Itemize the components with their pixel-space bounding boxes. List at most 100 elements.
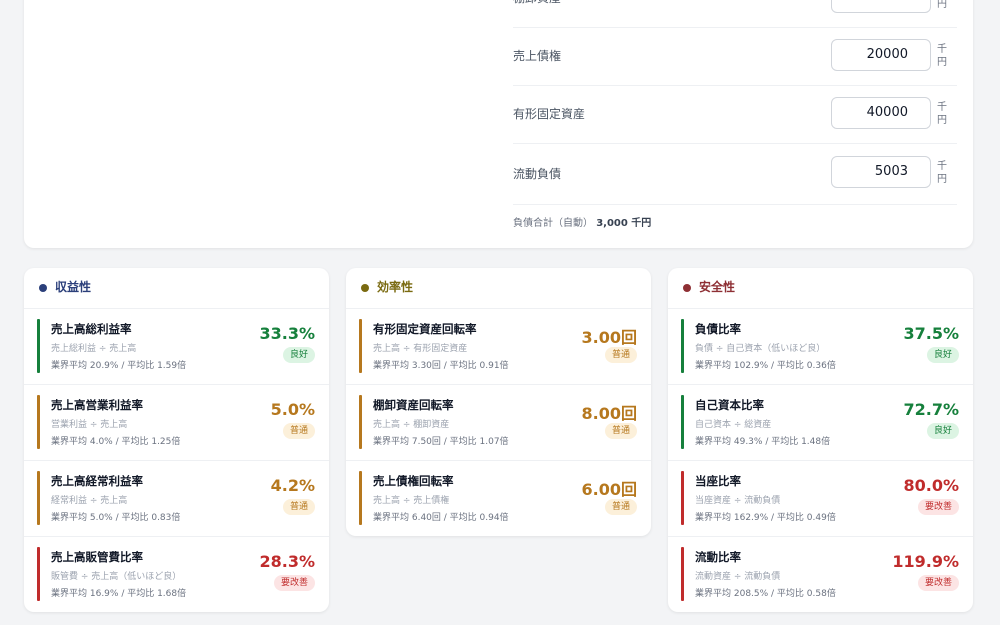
- category-title: 収益性: [55, 280, 92, 294]
- metric-row: 棚卸資産回転率売上高 ÷ 棚卸資産業界平均 7.50回 / 平均比 1.07倍 8…: [346, 385, 651, 461]
- category-dot-icon: [683, 284, 691, 292]
- status-badge: 良好: [926, 423, 959, 439]
- status-badge: 普通: [604, 347, 637, 363]
- metric-row: 売上高総利益率 売上総利益 ÷ 売上高 業界平均 20.9% / 平均比 1.59倍…: [24, 309, 329, 385]
- metric-value: 37.5%: [903, 324, 959, 343]
- metric-name: 流動比率: [695, 550, 741, 564]
- metric-benchmark: 業界平均 102.9% / 平均比 0.36倍: [695, 361, 836, 371]
- metric-formula: 当座資産 ÷ 流動負債: [695, 496, 781, 506]
- metric-formula: 自己資本 ÷ 総資産: [695, 420, 772, 430]
- metric-benchmark: 業界平均 49.3% / 平均比 1.48倍: [695, 437, 831, 447]
- field-label: 流動負債: [513, 167, 562, 181]
- status-bar: [681, 319, 684, 373]
- category-header: 効率性: [346, 268, 651, 309]
- inventory-input[interactable]: [831, 0, 931, 13]
- status-badge: 要改善: [917, 499, 959, 515]
- metric-benchmark: 業界平均 16.9% / 平均比 1.68倍: [51, 589, 187, 599]
- tangible-fixed-assets-input[interactable]: 40000: [831, 97, 931, 129]
- metric-row: 有形固定資産回転率売上高 ÷ 有形固定資産業界平均 3.30回 / 平均比 0.…: [346, 309, 651, 385]
- category-dot-icon: [361, 284, 369, 292]
- status-badge: 良好: [282, 347, 315, 363]
- metric-benchmark: 業界平均 162.9% / 平均比 0.49倍: [695, 513, 836, 523]
- status-badge: 普通: [604, 499, 637, 515]
- metric-formula: 売上高 ÷ 棚卸資産: [373, 420, 450, 430]
- receivables-input[interactable]: 20000: [831, 39, 931, 71]
- metric-name: 売上高総利益率: [51, 322, 132, 336]
- metric-benchmark: 業界平均 4.0% / 平均比 1.25倍: [51, 437, 181, 447]
- metric-name: 自己資本比率: [695, 398, 764, 412]
- metric-name: 売上高営業利益率: [51, 398, 143, 412]
- status-bar: [37, 547, 40, 601]
- metric-formula: 経常利益 ÷ 売上高: [51, 496, 128, 506]
- status-bar: [37, 319, 40, 373]
- category-card-efficiency: 効率性有形固定資産回転率売上高 ÷ 有形固定資産業界平均 3.30回 / 平均比…: [346, 268, 651, 536]
- metric-formula: 売上高 ÷ 有形固定資産: [373, 344, 468, 354]
- metric-value: 33.3%: [259, 324, 315, 343]
- metric-value: 8.00回: [581, 404, 637, 423]
- metric-name: 売上高経常利益率: [51, 474, 143, 488]
- status-bar: [359, 395, 362, 449]
- metric-row: 売上高販管費比率販管費 ÷ 売上高（低いほど良） 業界平均 16.9% / 平均比…: [24, 537, 329, 612]
- field-label: 棚卸資産: [513, 0, 561, 27]
- metric-benchmark: 業界平均 6.40回 / 平均比 0.94倍: [373, 513, 509, 523]
- category-card-safety: 安全性負債比率負債 ÷ 自己資本（低いほど良） 業界平均 102.9% / 平均比…: [668, 268, 973, 612]
- financial-input-card: 棚卸資産 千円 売上債権 20000 千円 有形固定資産 40000 千円 流動…: [24, 0, 973, 248]
- status-bar: [359, 319, 362, 373]
- metric-value: 6.00回: [581, 480, 637, 499]
- status-bar: [359, 471, 362, 525]
- category-header: 安全性: [668, 268, 973, 309]
- field-label: 有形固定資産: [513, 107, 586, 121]
- category-dot-icon: [39, 284, 47, 292]
- status-badge: 普通: [282, 499, 315, 515]
- metric-benchmark: 業界平均 7.50回 / 平均比 1.07倍: [373, 437, 509, 447]
- metric-row: 負債比率負債 ÷ 自己資本（低いほど良） 業界平均 102.9% / 平均比 0.…: [668, 309, 973, 385]
- metric-formula: 流動資産 ÷ 流動負債: [695, 572, 781, 582]
- unit-label: 千円: [937, 0, 947, 10]
- metric-name: 売上高販管費比率: [51, 550, 143, 564]
- metric-benchmark: 業界平均 5.0% / 平均比 0.83倍: [51, 513, 181, 523]
- unit-label: 千円: [937, 161, 947, 185]
- status-bar: [681, 395, 684, 449]
- current-liabilities-input[interactable]: 5003: [831, 156, 931, 188]
- category-title: 効率性: [377, 280, 414, 294]
- metric-formula: 営業利益 ÷ 売上高: [51, 420, 128, 430]
- metric-name: 当座比率: [695, 474, 741, 488]
- metric-name: 棚卸資産回転率: [373, 398, 454, 412]
- metric-value: 119.9%: [892, 552, 959, 571]
- metric-name: 有形固定資産回転率: [373, 322, 477, 336]
- metric-row: 売上高経常利益率 経常利益 ÷ 売上高 業界平均 5.0% / 平均比 0.83倍 4…: [24, 461, 329, 537]
- category-header: 収益性: [24, 268, 329, 309]
- metric-row: 当座比率当座資産 ÷ 流動負債業界平均 162.9% / 平均比 0.49倍 80…: [668, 461, 973, 537]
- metric-value: 28.3%: [259, 552, 315, 571]
- metric-name: 負債比率: [695, 322, 741, 336]
- status-badge: 良好: [926, 347, 959, 363]
- field-row-current-liabilities: 流動負債 5003 千円: [513, 144, 957, 205]
- metric-row: 売上債権回転率売上高 ÷ 売上債権業界平均 6.40回 / 平均比 0.94倍 6…: [346, 461, 651, 536]
- metric-benchmark: 業界平均 20.9% / 平均比 1.59倍: [51, 361, 187, 371]
- metric-formula: 負債 ÷ 自己資本（低いほど良）: [695, 344, 826, 354]
- status-badge: 普通: [282, 423, 315, 439]
- metric-row: 売上高営業利益率 営業利益 ÷ 売上高 業界平均 4.0% / 平均比 1.25倍 5…: [24, 385, 329, 461]
- category-card-profitability: 収益性売上高総利益率 売上総利益 ÷ 売上高 業界平均 20.9% / 平均比 1.…: [24, 268, 329, 612]
- field-row-tangible-fixed-assets: 有形固定資産 40000 千円: [513, 85, 957, 144]
- metric-name: 売上債権回転率: [373, 474, 454, 488]
- unit-label: 千円: [937, 102, 947, 126]
- field-label: 売上債権: [513, 49, 562, 63]
- metric-formula: 売上高 ÷ 売上債権: [373, 496, 450, 506]
- status-bar: [37, 395, 40, 449]
- field-row-receivables: 売上債権 20000 千円: [513, 27, 957, 86]
- total-label: 負債合計（自動）: [513, 218, 593, 229]
- total-value: 3,000 千円: [596, 218, 652, 229]
- status-bar: [37, 471, 40, 525]
- category-title: 安全性: [699, 280, 736, 294]
- status-badge: 要改善: [273, 575, 315, 591]
- metric-benchmark: 業界平均 3.30回 / 平均比 0.91倍: [373, 361, 509, 371]
- metric-value: 3.00回: [581, 328, 637, 347]
- metric-row: 自己資本比率自己資本 ÷ 総資産業界平均 49.3% / 平均比 1.48倍 72…: [668, 385, 973, 461]
- metric-value: 80.0%: [903, 476, 959, 495]
- metric-value: 72.7%: [903, 400, 959, 419]
- metric-benchmark: 業界平均 208.5% / 平均比 0.58倍: [695, 589, 836, 599]
- metric-formula: 販管費 ÷ 売上高（低いほど良）: [51, 572, 182, 582]
- status-bar: [681, 471, 684, 525]
- field-row-inventory: 棚卸資産 千円: [513, 0, 957, 28]
